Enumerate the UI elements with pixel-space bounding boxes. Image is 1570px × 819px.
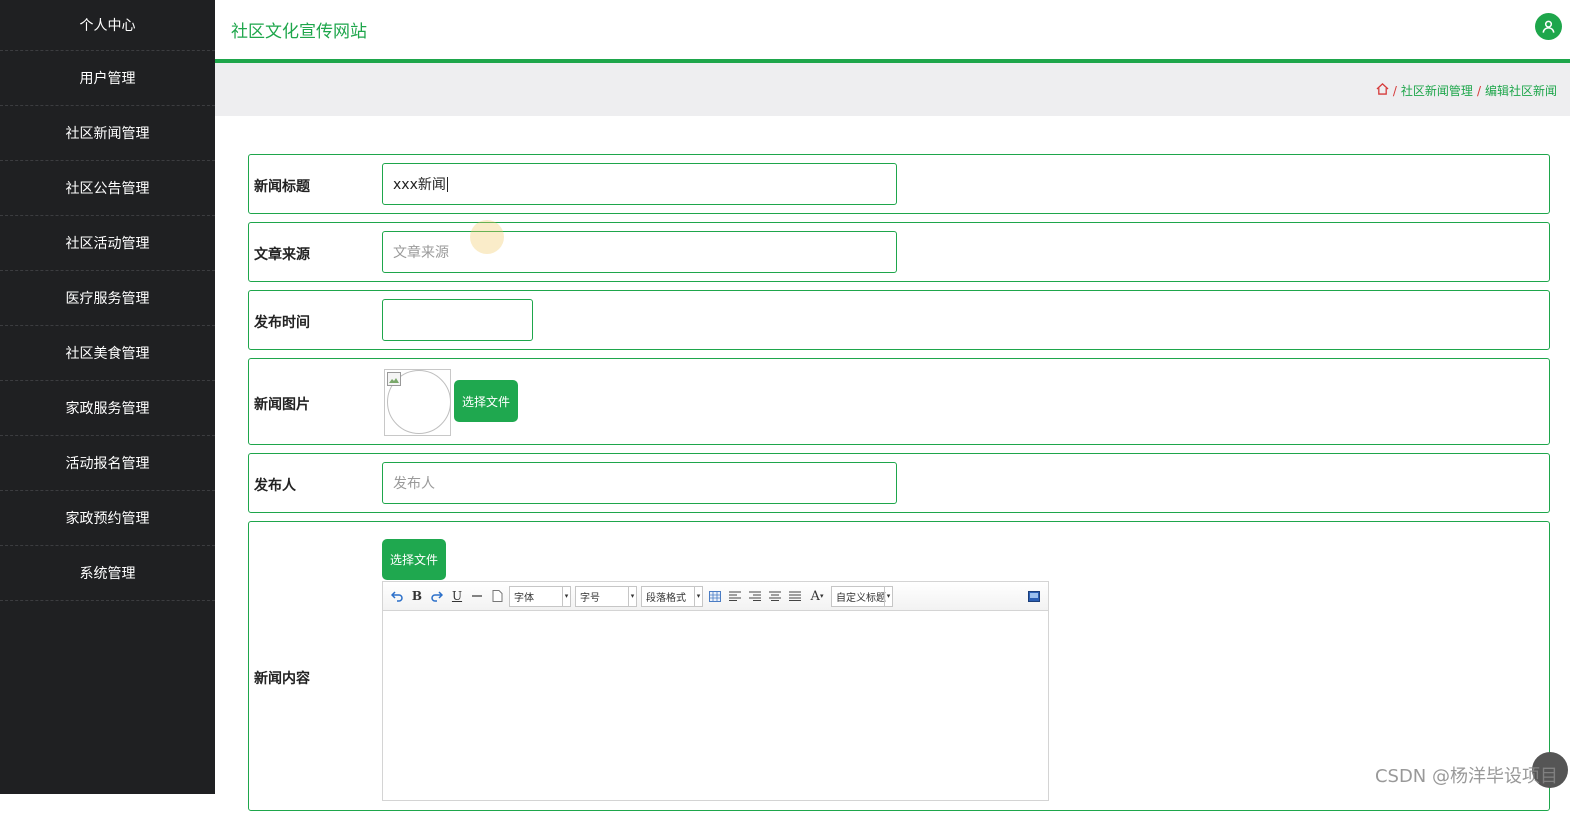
sidebar-item-users[interactable]: 用户管理 [0,51,215,106]
align-center-icon[interactable] [767,588,783,604]
title-label: 新闻标题 [254,179,310,195]
editor-content-area[interactable] [383,611,1048,801]
breadcrumb-item-news-management[interactable]: 社区新闻管理 [1401,82,1473,99]
form-row-source: 文章来源 文章来源 [248,222,1550,282]
sidebar-item-housekeeping-services[interactable]: 家政服务管理 [0,381,215,436]
redo-icon[interactable] [429,588,445,604]
sidebar-item-label: 社区新闻管理 [65,126,150,142]
font-size-select[interactable]: 字号 ▾ [575,585,637,607]
paragraph-format-value: 段落格式 [646,592,686,604]
sidebar-item-label: 社区公告管理 [65,181,150,197]
source-label: 文章来源 [254,247,310,263]
breadcrumb-item-edit-news: 编辑社区新闻 [1484,84,1557,98]
user-icon[interactable] [1535,13,1562,40]
align-right-icon[interactable] [747,588,763,604]
horizontal-rule-icon[interactable] [469,588,485,604]
paragraph-format-select[interactable]: 段落格式 ▾ [641,585,703,607]
form-row-image: 新闻图片 选择文件 [248,358,1550,445]
title-input[interactable]: xxx新闻 [382,163,897,205]
sidebar-item-label: 系统管理 [79,566,136,582]
form-row-title: 新闻标题 xxx新闻 [248,154,1550,214]
content-choose-file-label: 选择文件 [389,553,438,567]
font-family-value: 字体 [514,592,534,604]
sidebar-item-label: 医疗服务管理 [65,291,150,307]
sidebar-item-label: 用户管理 [79,71,136,87]
align-left-icon[interactable] [727,588,743,604]
top-header: 社区文化宣传网站 [215,0,1570,63]
breadcrumb: / 社区新闻管理 / 编辑社区新闻 [1376,82,1557,99]
table-icon[interactable] [707,588,723,604]
text-caret [446,176,448,192]
font-size-value: 字号 [580,592,600,604]
chevron-down-icon: ▾ [628,586,636,606]
editor-toolbar: B U 字体 ▾ 字号 ▾ 段落格式 ▾ A ▾ 自定义标题 ▾ [383,582,1048,611]
bold-icon[interactable]: B [409,588,425,604]
underline-icon[interactable]: U [449,588,465,604]
sidebar-item-label: 社区活动管理 [65,236,150,252]
align-justify-icon[interactable] [787,588,803,604]
site-title: 社区文化宣传网站 [231,22,367,42]
content-choose-file-button[interactable]: 选择文件 [382,539,446,580]
publisher-input[interactable]: 发布人 [382,462,897,504]
sidebar-item-label: 家政预约管理 [65,511,150,527]
undo-icon[interactable] [389,588,405,604]
font-color-icon[interactable]: A ▾ [807,588,827,604]
sidebar-item-label: 活动报名管理 [65,456,150,472]
breadcrumb-bar: / 社区新闻管理 / 编辑社区新闻 [215,63,1570,116]
content-label: 新闻内容 [254,671,310,687]
custom-title-value: 自定义标题 [836,592,886,604]
edit-news-form: 新闻标题 xxx新闻 文章来源 文章来源 发布时间 新闻图片 选择文件 发布人 … [248,154,1550,819]
sidebar-item-label: 社区美食管理 [65,346,150,362]
sidebar: 个人中心 用户管理 社区新闻管理 社区公告管理 社区活动管理 医疗服务管理 社区… [0,0,215,794]
rich-text-editor[interactable]: B U 字体 ▾ 字号 ▾ 段落格式 ▾ A ▾ 自定义标题 ▾ [382,581,1049,801]
publish-time-input[interactable] [382,299,533,341]
sidebar-item-personal-center[interactable]: 个人中心 [0,0,215,51]
chevron-down-icon: ▾ [562,586,570,606]
title-input-value: xxx新闻 [393,177,446,193]
breadcrumb-separator: / [1476,83,1481,98]
form-row-content: 新闻内容 选择文件 B U 字体 ▾ 字号 ▾ 段落格式 ▾ A ▾ 自定义标题 ▾ [248,521,1550,811]
watermark: CSDN @杨洋毕设项目 [1374,766,1558,787]
sidebar-item-community-activities[interactable]: 社区活动管理 [0,216,215,271]
sidebar-item-label: 个人中心 [79,18,136,34]
sidebar-item-housekeeping-booking[interactable]: 家政预约管理 [0,491,215,546]
sidebar-item-community-notices[interactable]: 社区公告管理 [0,161,215,216]
publish-time-label: 发布时间 [254,315,310,331]
form-row-publish-time: 发布时间 [248,290,1550,350]
broken-image-icon [387,372,401,386]
fullscreen-icon[interactable] [1026,588,1042,604]
sidebar-item-community-news[interactable]: 社区新闻管理 [0,106,215,161]
publisher-label: 发布人 [254,478,296,494]
chevron-down-icon: ▾ [694,586,702,606]
image-choose-file-label: 选择文件 [461,394,510,409]
publisher-placeholder: 发布人 [393,476,435,492]
sidebar-item-system[interactable]: 系统管理 [0,546,215,601]
sidebar-item-activity-signup[interactable]: 活动报名管理 [0,436,215,491]
home-icon[interactable] [1376,83,1389,98]
image-label: 新闻图片 [254,397,310,413]
new-document-icon[interactable] [489,588,505,604]
source-placeholder: 文章来源 [393,245,449,261]
font-family-select[interactable]: 字体 ▾ [509,585,571,607]
form-row-publisher: 发布人 发布人 [248,453,1550,513]
breadcrumb-separator: / [1392,83,1397,98]
mouse-cursor-highlight [470,220,504,254]
sidebar-item-medical-services[interactable]: 医疗服务管理 [0,271,215,326]
chevron-down-icon: ▾ [884,586,892,606]
image-choose-file-button[interactable]: 选择文件 [454,380,518,422]
sidebar-item-label: 家政服务管理 [65,401,150,417]
custom-title-select[interactable]: 自定义标题 ▾ [831,585,893,607]
image-preview [384,369,451,436]
sidebar-item-community-food[interactable]: 社区美食管理 [0,326,215,381]
source-input[interactable]: 文章来源 [382,231,897,273]
